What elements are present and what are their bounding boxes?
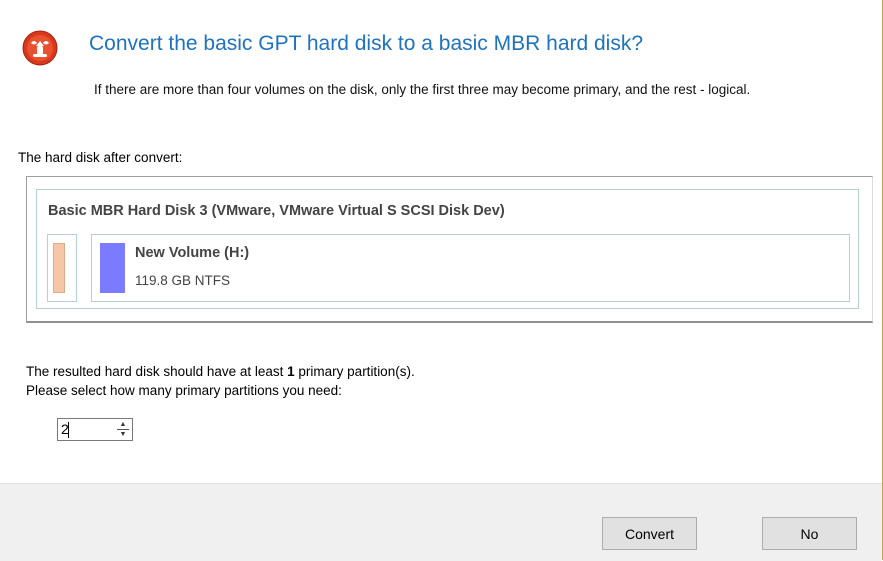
partition-new-volume[interactable]: New Volume (H:) 119.8 GB NTFS bbox=[91, 234, 850, 302]
convert-button[interactable]: Convert bbox=[602, 517, 697, 550]
app-logo-icon bbox=[22, 30, 58, 66]
dialog-footer: Convert No bbox=[0, 483, 882, 561]
volume-name: New Volume (H:) bbox=[135, 245, 250, 261]
result-line-2: Please select how many primary partition… bbox=[26, 383, 342, 398]
result-line-1-prefix: The resulted hard disk should have at le… bbox=[26, 364, 288, 379]
partition-color-bar bbox=[53, 243, 65, 293]
after-convert-label: The hard disk after convert: bbox=[18, 150, 183, 165]
result-description: The resulted hard disk should have at le… bbox=[26, 362, 415, 400]
partition-color-bar bbox=[100, 243, 125, 293]
spin-down-icon[interactable]: ▼ bbox=[116, 430, 130, 439]
volume-info: 119.8 GB NTFS bbox=[135, 273, 231, 288]
spin-up-icon[interactable]: ▲ bbox=[116, 420, 130, 429]
spinner-buttons: ▲ ▼ bbox=[116, 420, 130, 439]
convert-dialog: Convert the basic GPT hard disk to a bas… bbox=[0, 0, 883, 561]
disk-map: Basic MBR Hard Disk 3 (VMware, VMware Vi… bbox=[36, 189, 859, 309]
disk-preview-panel: Basic MBR Hard Disk 3 (VMware, VMware Vi… bbox=[26, 176, 873, 323]
dialog-title: Convert the basic GPT hard disk to a bas… bbox=[89, 32, 644, 55]
result-line-1-suffix: primary partition(s). bbox=[294, 364, 415, 379]
dialog-subtitle: If there are more than four volumes on t… bbox=[94, 82, 751, 97]
partition-unallocated[interactable] bbox=[47, 234, 77, 302]
text-caret bbox=[68, 422, 69, 438]
no-button[interactable]: No bbox=[762, 517, 857, 550]
primary-count: 1 bbox=[287, 364, 295, 379]
disk-title: Basic MBR Hard Disk 3 (VMware, VMware Vi… bbox=[48, 203, 505, 219]
result-line-1: The resulted hard disk should have at le… bbox=[26, 362, 415, 381]
primary-partitions-spinner[interactable]: 2 ▲ ▼ bbox=[57, 418, 133, 441]
